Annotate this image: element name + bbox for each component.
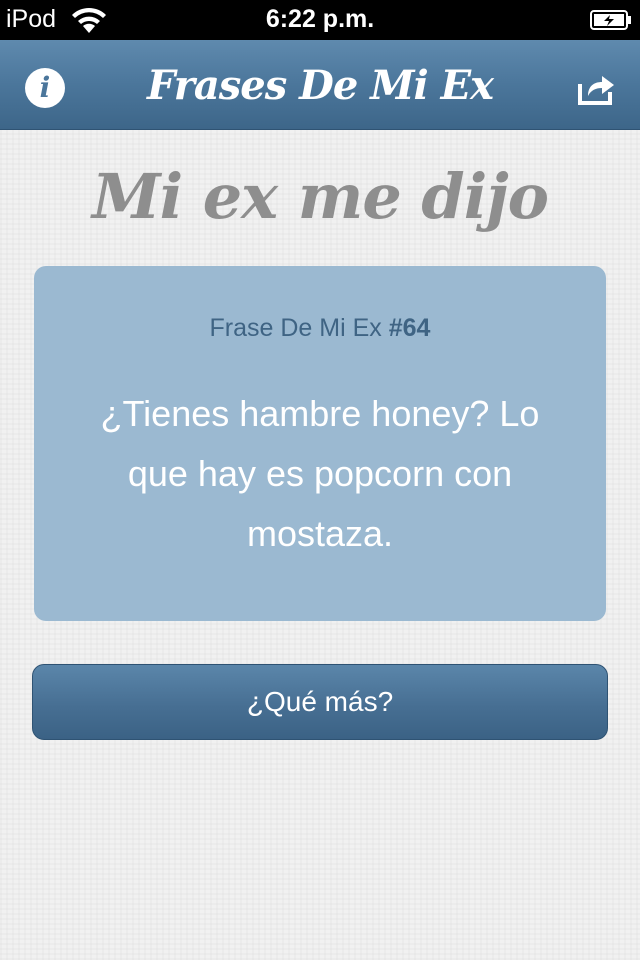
app-title: Frases De Mi Ex (147, 62, 494, 109)
battery-charging-icon (590, 10, 631, 30)
navigation-bar: i Frases De Mi Ex (0, 40, 640, 130)
quote-card: Frase De Mi Ex #64 ¿Tienes hambre honey?… (34, 266, 606, 621)
share-icon[interactable] (576, 70, 616, 106)
quote-text: ¿Tienes hambre honey? Lo que hay es popc… (100, 393, 540, 554)
more-button[interactable]: ¿Qué más? (32, 664, 608, 740)
page-heading: Mi ex me dijo (91, 160, 549, 233)
main-content: Mi ex me dijo Frase De Mi Ex #64 ¿Tienes… (0, 130, 640, 960)
quote-number-label: Frase De Mi Ex #64 (34, 314, 606, 343)
status-bar: iPod 6:22 p.m. (0, 0, 640, 40)
quote-label-prefix: Frase De Mi Ex (209, 314, 389, 342)
quote-number: #64 (388, 314, 431, 342)
status-time: 6:22 p.m. (265, 5, 375, 33)
